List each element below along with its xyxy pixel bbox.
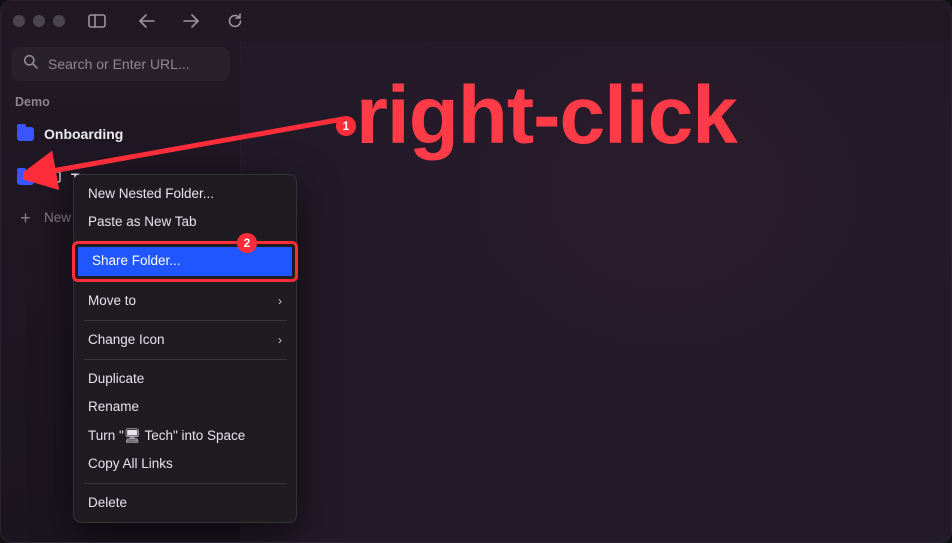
menu-item-share-folder[interactable]: Share Folder...: [78, 247, 292, 275]
sidebar-toggle-icon[interactable]: [83, 7, 111, 35]
annotation-highlight-box: Share Folder...: [78, 245, 292, 277]
space-label[interactable]: Demo: [11, 89, 230, 111]
menu-separator: [84, 359, 286, 360]
reload-icon[interactable]: [221, 7, 249, 35]
menu-separator: [84, 483, 286, 484]
folder-icon: [17, 171, 34, 185]
folder-icon: [17, 127, 34, 141]
search-input[interactable]: [48, 56, 229, 72]
sidebar-item-onboarding[interactable]: Onboarding: [11, 119, 230, 149]
sidebar-item-label: Onboarding: [44, 126, 123, 142]
menu-item-change-icon[interactable]: Change Icon›: [74, 326, 296, 354]
nav-forward-icon[interactable]: [177, 7, 205, 35]
menu-separator: [84, 281, 286, 282]
menu-item-paste-as-new-tab[interactable]: Paste as New Tab: [74, 208, 296, 236]
plus-icon: +: [17, 211, 34, 225]
window-controls: [13, 15, 65, 27]
maximize-window-button[interactable]: [53, 15, 65, 27]
monitor-icon: [44, 171, 61, 185]
chevron-right-icon: ›: [278, 332, 282, 348]
nav-back-icon[interactable]: [133, 7, 161, 35]
chevron-right-icon: ›: [278, 293, 282, 309]
annotation-label: right-click: [356, 75, 737, 157]
context-menu: New Nested Folder... Paste as New Tab Sh…: [73, 174, 297, 523]
titlebar: [1, 1, 951, 41]
menu-item-copy-all-links[interactable]: Copy All Links: [74, 450, 296, 478]
menu-item-move-to[interactable]: Move to›: [74, 287, 296, 315]
minimize-window-button[interactable]: [33, 15, 45, 27]
menu-separator: [84, 320, 286, 321]
browser-window: Demo Onboarding T + New Folder New Neste…: [0, 0, 952, 543]
nav-button-group: [133, 7, 249, 35]
search-icon: [23, 54, 38, 74]
menu-item-turn-into-space[interactable]: Turn "🖥 Tech" into Space: [74, 422, 296, 450]
menu-item-rename[interactable]: Rename: [74, 393, 296, 421]
search-field[interactable]: [11, 47, 230, 81]
menu-item-duplicate[interactable]: Duplicate: [74, 365, 296, 393]
annotation-badge-2: 2: [237, 233, 257, 253]
annotation-badge-1: 1: [336, 116, 356, 136]
menu-item-new-nested-folder[interactable]: New Nested Folder...: [74, 180, 296, 208]
menu-item-delete[interactable]: Delete: [74, 489, 296, 517]
close-window-button[interactable]: [13, 15, 25, 27]
